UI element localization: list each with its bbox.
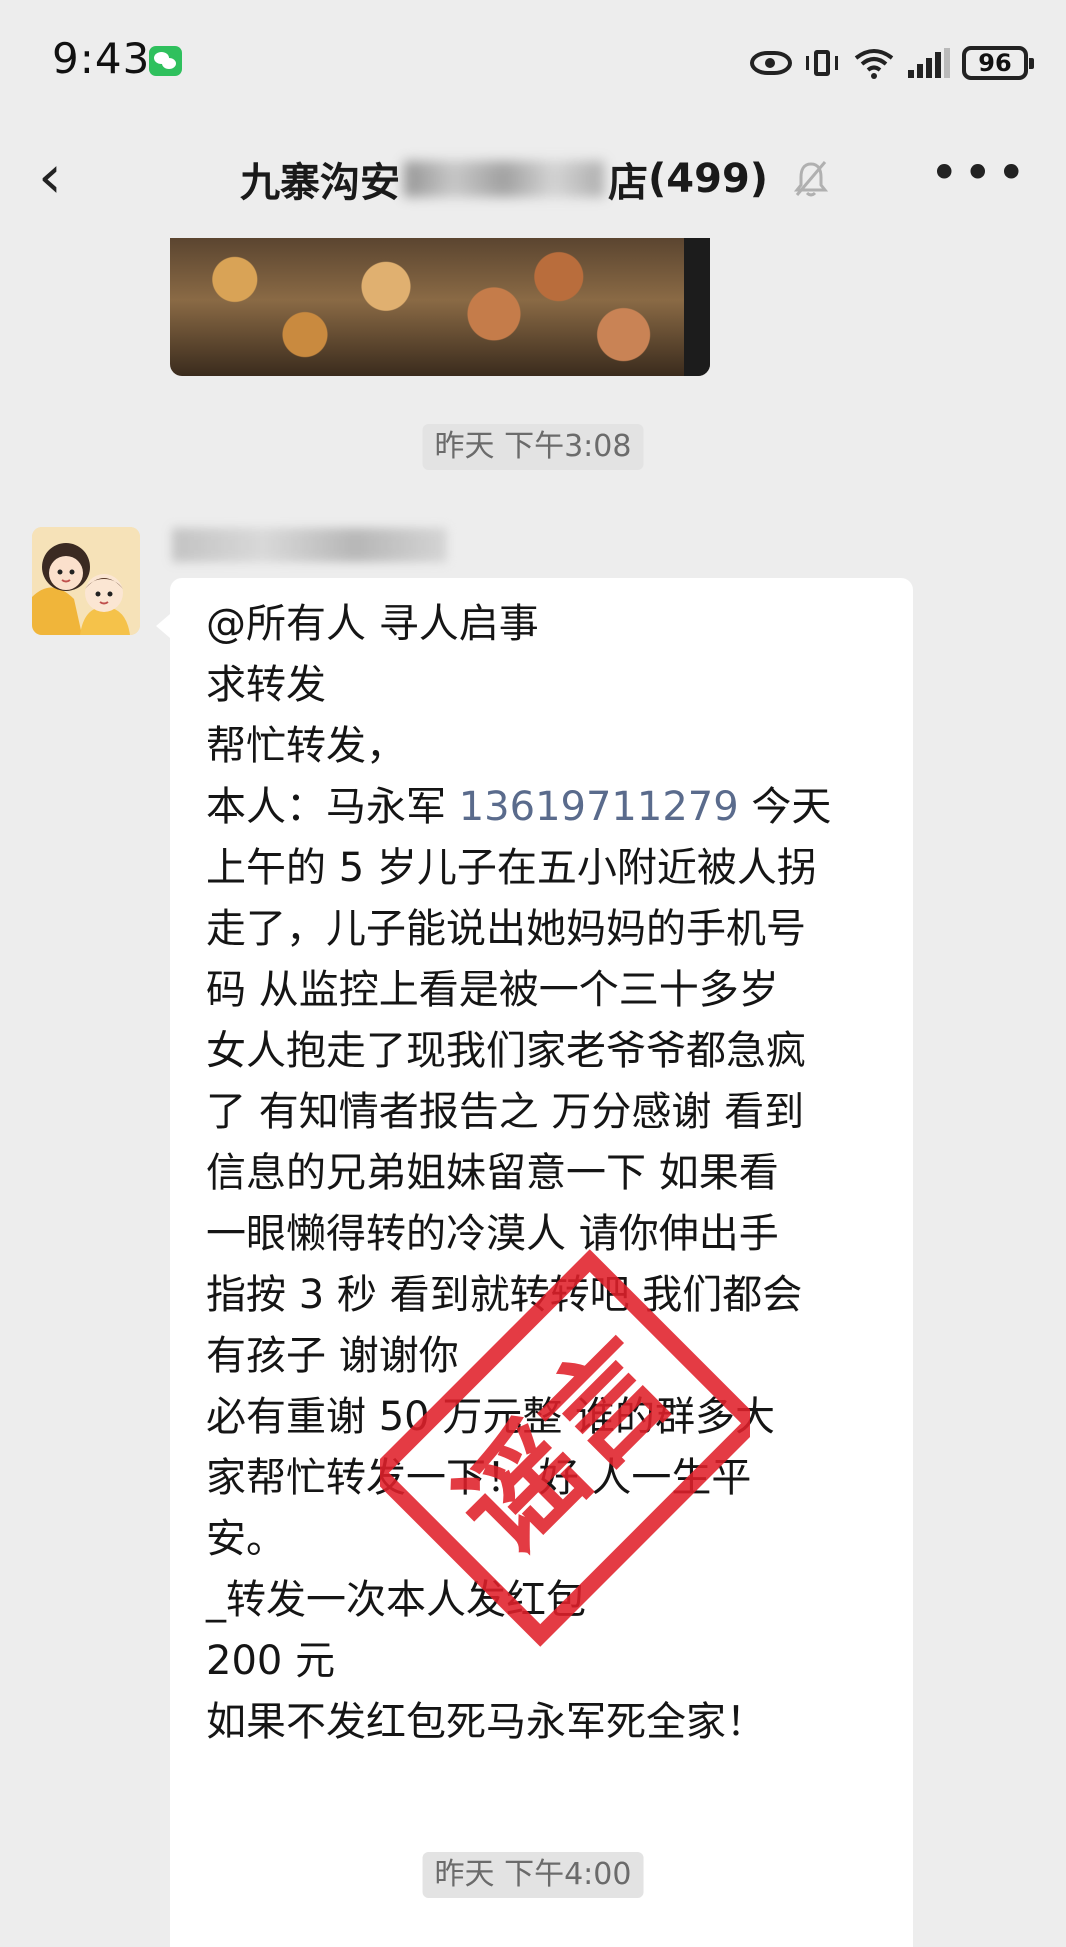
message-line: 了 有知情者报告之 万分感谢 看到 [206,1089,805,1135]
status-time: 9:43 [52,34,151,83]
chat-area[interactable]: 昨天 下午3:08 @所有人 寻人启事 求转发 帮忙转发， 本人：马永军 136… [0,238,1066,1947]
message-line: 走了，儿子能说出她妈妈的手机号 [206,906,806,952]
message-line: 有孩子 谢谢你 [206,1333,459,1379]
signal-icon [908,48,950,78]
message-line: 必有重谢 50 万元整 谁的群多大 [206,1394,776,1440]
message-line: 帮忙转发， [206,723,406,769]
message-text: 本人：马永军 [206,784,459,830]
wifi-icon [854,49,894,79]
message-line-with-phone: 本人：马永军 13619711279 今天 [206,777,881,838]
message-line: 如果不发红包死马永军死全家！ [206,1699,766,1745]
message-line: 指按 3 秒 看到就转转吧 我们都会 [206,1272,803,1318]
member-count: (499) [648,156,769,202]
vibrate-icon [804,48,840,78]
message-bubble[interactable]: @所有人 寻人启事 求转发 帮忙转发， 本人：马永军 13619711279 今… [156,578,913,1947]
sender-name-redaction [172,528,447,562]
group-title-start: 九寨沟安 [240,160,400,206]
chat-header: ‹ 九寨沟安 店 (499) ••• [0,120,1066,238]
message-timestamp: 昨天 下午3:08 [422,424,644,470]
message-line: _转发一次本人发红包 [206,1577,586,1623]
group-title[interactable]: 九寨沟安 店 (499) [240,148,829,210]
more-icon[interactable]: ••• [930,148,1030,198]
message-line: 信息的兄弟姐妹留意一下 如果看 [206,1150,779,1196]
back-icon[interactable]: ‹ [38,147,80,210]
status-bar: 9:43 96 [0,0,1066,120]
message-line: 安。 [206,1516,286,1562]
phone-number-link[interactable]: 13619711279 [459,784,739,830]
message-line: 求转发 [206,662,326,708]
message-line: @所有人 寻人启事 [206,601,539,647]
eye-icon [750,51,792,75]
message-line: 家帮忙转发一下！ 好 人一生平 [206,1455,752,1501]
message-text: 今天 [738,784,832,830]
wechat-notification-icon [149,46,182,76]
mute-bell-icon [794,161,829,197]
message-timestamp: 昨天 下午4:00 [422,1852,644,1898]
group-title-end: 店 [608,160,648,206]
message-line: 女人抱走了现我们家老爷爷都急疯 [206,1028,806,1074]
message-line: 200 元 [206,1638,336,1684]
battery-icon: 96 [962,46,1034,80]
message-line: 码 从监控上看是被一个三十多岁 [206,967,779,1013]
message-line: 一眼懒得转的冷漠人 请你伸出手 [206,1211,779,1257]
message-line: 上午的 5 岁儿子在五小附近被人拐 [206,845,817,891]
title-redaction [404,161,604,197]
avatar[interactable] [32,527,140,635]
food-photo-message[interactable] [170,238,710,376]
